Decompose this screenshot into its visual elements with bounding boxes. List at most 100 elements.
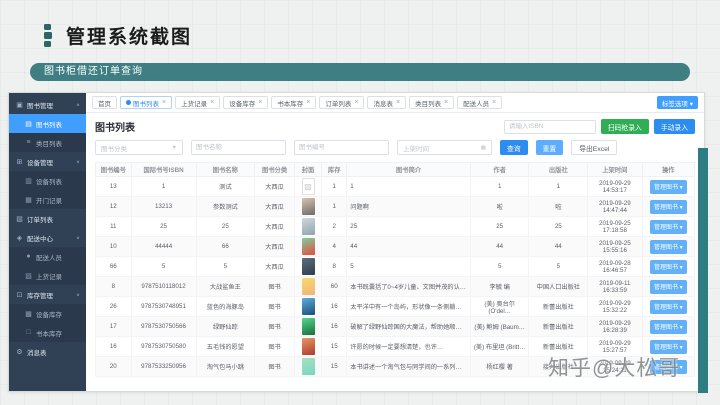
cell-stock: 15 [321,336,348,357]
bullet-squares-icon [44,24,52,47]
export-excel-button[interactable]: 导出Excel [571,140,618,155]
store-icon: ⊡ [16,291,23,299]
sidebar-item-label: 配送中心 [27,235,53,243]
tab-book-stock[interactable]: 书本库存 × [271,96,317,109]
tab-stock-record[interactable]: 上货记录 × [175,96,221,109]
device-icon: ⊞ [16,158,23,166]
broken-image-icon: ▨ [301,178,315,195]
book-cover-image [301,298,315,315]
cell-book-no: 26 [95,296,132,317]
cell-category: 图书 [254,296,295,317]
sidebar-item-book-mgmt[interactable]: ▣ 图书管理 ∧ [9,95,86,114]
sidebar-item-book-list[interactable]: ▤ 图书列表 [9,114,86,133]
sidebar-item-book-stock[interactable]: □ 书本库存 [9,323,86,342]
cell-category: 大西瓜 [254,196,295,217]
cell-category: 图书 [254,316,295,337]
tab-order-list[interactable]: 订单列表 × [319,96,365,109]
book-list-panel: 图书列表 扫码枪录入 手动录入 图书分类 ▼ 上架时间 ▦ 查询 [86,113,704,391]
category-select-placeholder: 图书分类 [101,145,127,153]
cell-isbn: 9787530750566 [130,316,197,337]
reset-button[interactable]: 重置 [535,140,564,155]
manage-book-button[interactable]: 管理图书 ▾ [649,279,687,294]
sidebar-item-label: 设备列表 [36,178,62,186]
cell-author: 25 [469,216,530,237]
table-header-row: 图书编号 国际书号ISBN 图书名称 图书分类 封面 库存 图书简介 作者 出版社 上架时间 操作 [95,162,696,177]
watermark: 知乎@大松哥 [548,357,681,380]
sidebar-item-label: 图书管理 [27,102,53,110]
cell-isbn: 5 [130,256,197,277]
sidebar-item-message-table[interactable]: ⚙ 消息表 [9,342,86,361]
cell-isbn: 9787530750580 [130,336,197,357]
tab-device-stock[interactable]: 设备库存 × [223,96,269,109]
sidebar-item-device-list[interactable]: ▥ 设备列表 [9,171,86,190]
tab-list: 首页 图书列表 × 上货记录 × 设备库存 × 书本库存 × 订单列表 × 消息表 × 类目列表 × 配送人员… [92,96,503,109]
manage-book-button[interactable]: 管理图书 ▾ [649,239,687,254]
tab-label: 订单列表 [325,100,352,108]
close-icon[interactable]: × [492,99,496,106]
scan-entry-button[interactable]: 扫码枪录入 [600,119,649,134]
manage-book-button[interactable]: 管理图书 ▾ [649,259,687,274]
search-button[interactable]: 查询 [500,140,528,155]
chevron-up-icon: ∧ [75,102,80,107]
sidebar-item-delivery-center[interactable]: ◈ 配送中心 ∨ [9,228,86,247]
isbn-scan-input[interactable] [503,119,596,134]
sidebar-item-inventory-mgmt[interactable]: ⊡ 库存管理 ∨ [9,285,86,304]
close-icon[interactable]: × [306,99,310,106]
box-icon: ▩ [25,310,32,318]
manage-book-button[interactable]: 管理图书 ▾ [649,319,687,334]
cell-book-name: 蓝色的海豚岛 [195,296,256,317]
cell-publisher: 新蕾出版社 [528,316,589,337]
chevron-down-icon: ▼ [171,144,177,151]
cell-book-name: 66 [195,236,256,257]
tab-delivery-staff[interactable]: 配送人员 × [457,96,503,109]
cell-cover [293,356,323,377]
close-icon[interactable]: × [444,99,448,106]
cell-stock: 1 [321,176,348,197]
close-icon[interactable]: × [396,99,400,106]
cell-publisher: 1 [528,176,589,197]
cell-isbn: 44444 [130,236,197,257]
manage-book-button[interactable]: 管理图书 ▾ [649,219,687,234]
sidebar-item-category-list[interactable]: ≡ 类目列表 [9,133,86,152]
cell-author: (美) 鲍姆 (Baum… [469,316,530,337]
sidebar-item-delivery-staff[interactable]: ● 配送人员 [9,247,86,266]
cell-publisher: 新蕾出版社 [528,296,589,317]
book-cover-image [301,278,315,295]
sidebar-item-device-stock[interactable]: ▩ 设备库存 [9,304,86,323]
sidebar-item-order-list[interactable]: ▧ 订单列表 [9,209,86,228]
close-icon[interactable]: × [162,99,166,106]
tab-home[interactable]: 首页 [92,96,117,109]
manage-book-button[interactable]: 管理图书 ▾ [649,299,687,314]
teal-accent-strip [698,148,708,393]
manage-book-button[interactable]: 管理图书 ▾ [649,179,687,194]
cell-intro: 25 [346,216,471,237]
cell-cover [293,276,323,297]
tag-options-button[interactable]: 标签选项 ▾ [656,96,698,109]
cell-author: (美) 奥台尔 (O'del… [469,296,530,317]
cell-book-name: 25 [195,216,256,237]
manage-book-button[interactable]: 管理图书 ▾ [649,199,687,214]
sidebar-item-label: 类目列表 [36,140,62,148]
close-icon[interactable]: × [354,99,358,106]
sidebar-item-device-mgmt[interactable]: ⊞ 设备管理 ∨ [9,152,86,171]
close-icon[interactable]: × [258,99,262,106]
table-row: 8 9787510118012 大战鲨鱼王 图书 60 本书既囊括了0~4岁儿童、文图并茂… [95,276,696,297]
tab-category-list[interactable]: 类目列表 × [409,96,455,109]
sidebar-item-stock-record[interactable]: ▨ 上货记录 [9,266,86,285]
tab-label: 上货记录 [181,100,208,108]
book-cover-image [301,198,315,215]
cell-cover [293,296,323,317]
category-select[interactable]: 图书分类 ▼ [95,140,183,155]
tab-book-list[interactable]: 图书列表 × [120,96,173,109]
close-icon[interactable]: × [210,99,214,106]
tab-message-table[interactable]: 消息表 × [367,96,407,109]
cell-book-name: 参数测试 [195,196,256,217]
book-cover-image [301,238,315,255]
shelf-date-input[interactable]: 上架时间 ▦ [397,140,492,155]
manual-entry-button[interactable]: 手动录入 [653,119,695,134]
tab-label: 图书列表 [133,100,159,108]
tab-label: 书本库存 [277,100,304,108]
book-no-input[interactable] [294,140,389,155]
sidebar-item-door-record[interactable]: ▦ 开门记录 [9,190,86,209]
book-name-input[interactable] [191,140,286,155]
